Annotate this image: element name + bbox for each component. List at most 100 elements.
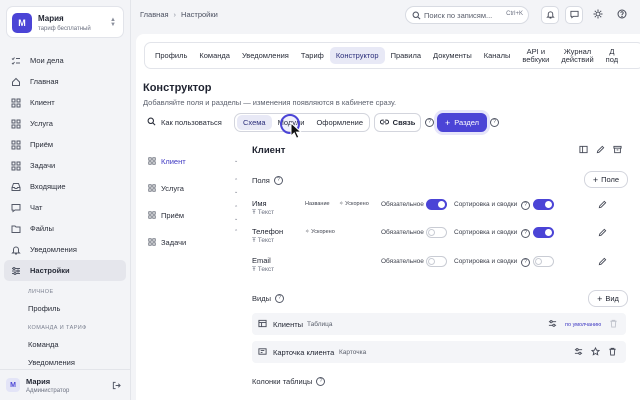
sort-toggle[interactable] xyxy=(533,227,554,238)
help-circle-icon xyxy=(617,9,627,21)
reorder-arrows-icon[interactable]: ⌃ ⌄ xyxy=(234,203,238,225)
tab-notifications[interactable]: Уведомления xyxy=(236,47,295,64)
entity-item-service[interactable]: Услуга ⌃ ⌄ xyxy=(148,175,240,202)
sort-label: Сортировка и сводки xyxy=(454,229,518,236)
entity-item-client[interactable]: Клиент ⌄ xyxy=(148,148,240,175)
tab-api-webhooks[interactable]: API и вебхуки xyxy=(516,47,555,64)
required-toggle[interactable] xyxy=(426,256,447,267)
reorder-arrows-icon[interactable]: ⌃ ⌄ xyxy=(234,176,238,198)
field-type-label: Текст xyxy=(257,237,275,244)
sliders-icon[interactable] xyxy=(574,347,583,358)
edit-icon[interactable] xyxy=(598,257,607,268)
sidebar-item-notifications[interactable]: Уведомления xyxy=(4,239,126,260)
sun-icon xyxy=(593,9,603,21)
layout-icon[interactable] xyxy=(579,145,588,156)
archive-icon[interactable] xyxy=(613,145,622,156)
segment-schema[interactable]: Схема xyxy=(237,115,272,130)
field-name: Имя xyxy=(252,199,267,208)
entity-item-tasks[interactable]: Задачи ⌃ xyxy=(148,229,240,256)
trash-icon xyxy=(609,319,618,330)
link-button[interactable]: Связь xyxy=(374,113,421,132)
nav-group-team: КОМАНДА И ТАРИФ xyxy=(28,325,87,331)
chat-icon xyxy=(569,10,579,21)
search-input[interactable] xyxy=(424,10,496,21)
sidebar-subitem-profile[interactable]: Профиль xyxy=(4,299,126,317)
notifications-button[interactable] xyxy=(541,6,559,24)
sidebar-subitem-team[interactable]: Команда xyxy=(4,335,126,353)
tab-plan[interactable]: Тариф xyxy=(295,47,330,64)
tab-more[interactable]: Дпод xyxy=(600,47,624,64)
plus-icon: + xyxy=(444,117,451,128)
field-name: Email xyxy=(252,256,271,265)
required-toggle[interactable] xyxy=(426,199,447,210)
field-type: Ŧ Текст xyxy=(252,209,274,216)
user-role: Администратор xyxy=(26,388,70,394)
tab-constructor[interactable]: Конструктор xyxy=(329,47,385,64)
link-button-label: Связь xyxy=(392,118,416,127)
view-row[interactable]: Карточка клиента Карточка xyxy=(252,341,626,363)
star-icon[interactable] xyxy=(590,346,601,358)
sidebar-item-home[interactable]: Главная xyxy=(4,71,126,92)
user-profile[interactable]: М Мария Администратор xyxy=(0,369,131,400)
required-toggle[interactable] xyxy=(426,227,447,238)
move-up-icon[interactable]: ⌃ xyxy=(234,227,238,238)
help-button[interactable] xyxy=(613,6,631,24)
link-icon xyxy=(379,118,389,127)
sidebar-item-service[interactable]: Услуга xyxy=(4,113,126,134)
tab-activity-log[interactable]: Журнал действий xyxy=(555,47,599,64)
text-type-icon: Ŧ xyxy=(252,209,256,216)
tab-profile[interactable]: Профиль xyxy=(149,47,193,64)
sidebar-item-tasks[interactable]: Задачи xyxy=(4,155,126,176)
edit-icon[interactable] xyxy=(596,145,605,156)
segment-appearance[interactable]: Оформление xyxy=(310,115,369,130)
sidebar-item-label: Настройки xyxy=(30,266,70,275)
help-icon[interactable]: ? xyxy=(521,258,530,267)
add-view-button[interactable]: + Вид xyxy=(588,290,628,307)
sidebar-item-label: Задачи xyxy=(30,161,56,170)
tab-rules[interactable]: Правила xyxy=(385,47,427,64)
field-type-label: Текст xyxy=(257,266,275,273)
how-to-use-link[interactable]: Как пользоваться xyxy=(147,117,222,128)
tab-team[interactable]: Команда xyxy=(193,47,236,64)
tab-channels[interactable]: Каналы xyxy=(478,47,517,64)
search-box[interactable]: Ctrl+K xyxy=(405,6,529,24)
sidebar-item-files[interactable]: Файлы xyxy=(4,218,126,239)
help-icon[interactable]: ? xyxy=(521,201,530,210)
sidebar-item-my-tasks[interactable]: Мои дела xyxy=(4,50,126,71)
folder-icon xyxy=(11,224,21,234)
sidebar: М Мария тариф бесплатный ▲ ▼ Мои дела Гла… xyxy=(0,0,131,400)
sidebar-item-label: Приём xyxy=(30,140,54,149)
help-icon[interactable]: ? xyxy=(521,229,530,238)
entity-item-appointment[interactable]: Приём ⌃ ⌄ xyxy=(148,202,240,229)
checklist-icon xyxy=(11,56,21,66)
view-type: Карточка xyxy=(339,349,367,356)
trash-icon[interactable] xyxy=(608,347,617,358)
edit-icon[interactable] xyxy=(598,200,607,211)
sort-toggle[interactable] xyxy=(533,199,554,210)
help-icon[interactable]: ? xyxy=(316,377,326,386)
breadcrumb-separator-icon: › xyxy=(173,10,177,19)
sliders-icon[interactable] xyxy=(548,319,557,330)
view-row[interactable]: Клиенты Таблица по умолчанию xyxy=(252,313,626,335)
theme-toggle-button[interactable] xyxy=(589,6,607,24)
bell-icon xyxy=(11,245,21,255)
logout-icon[interactable] xyxy=(112,381,121,392)
help-icon[interactable]: ? xyxy=(425,118,434,127)
move-down-icon[interactable]: ⌄ xyxy=(234,156,238,167)
add-field-button[interactable]: + Поле xyxy=(584,171,628,188)
org-switcher[interactable]: М Мария тариф бесплатный ▲ ▼ xyxy=(6,6,124,38)
sidebar-item-inbox[interactable]: Входящие xyxy=(4,176,126,197)
sidebar-item-settings[interactable]: Настройки xyxy=(4,260,126,281)
sort-toggle[interactable] xyxy=(533,256,554,267)
breadcrumb-home[interactable]: Главная xyxy=(140,10,169,19)
help-icon[interactable]: ? xyxy=(274,294,284,303)
add-section-button[interactable]: + Раздел xyxy=(437,113,487,132)
sidebar-item-client[interactable]: Клиент xyxy=(4,92,126,113)
sidebar-item-chat[interactable]: Чат xyxy=(4,197,126,218)
help-icon[interactable]: ? xyxy=(490,118,499,127)
edit-icon[interactable] xyxy=(598,228,607,239)
help-icon[interactable]: ? xyxy=(273,176,283,185)
chat-button[interactable] xyxy=(565,6,583,24)
sidebar-item-appointment[interactable]: Приём xyxy=(4,134,126,155)
tab-documents[interactable]: Документы xyxy=(427,47,478,64)
